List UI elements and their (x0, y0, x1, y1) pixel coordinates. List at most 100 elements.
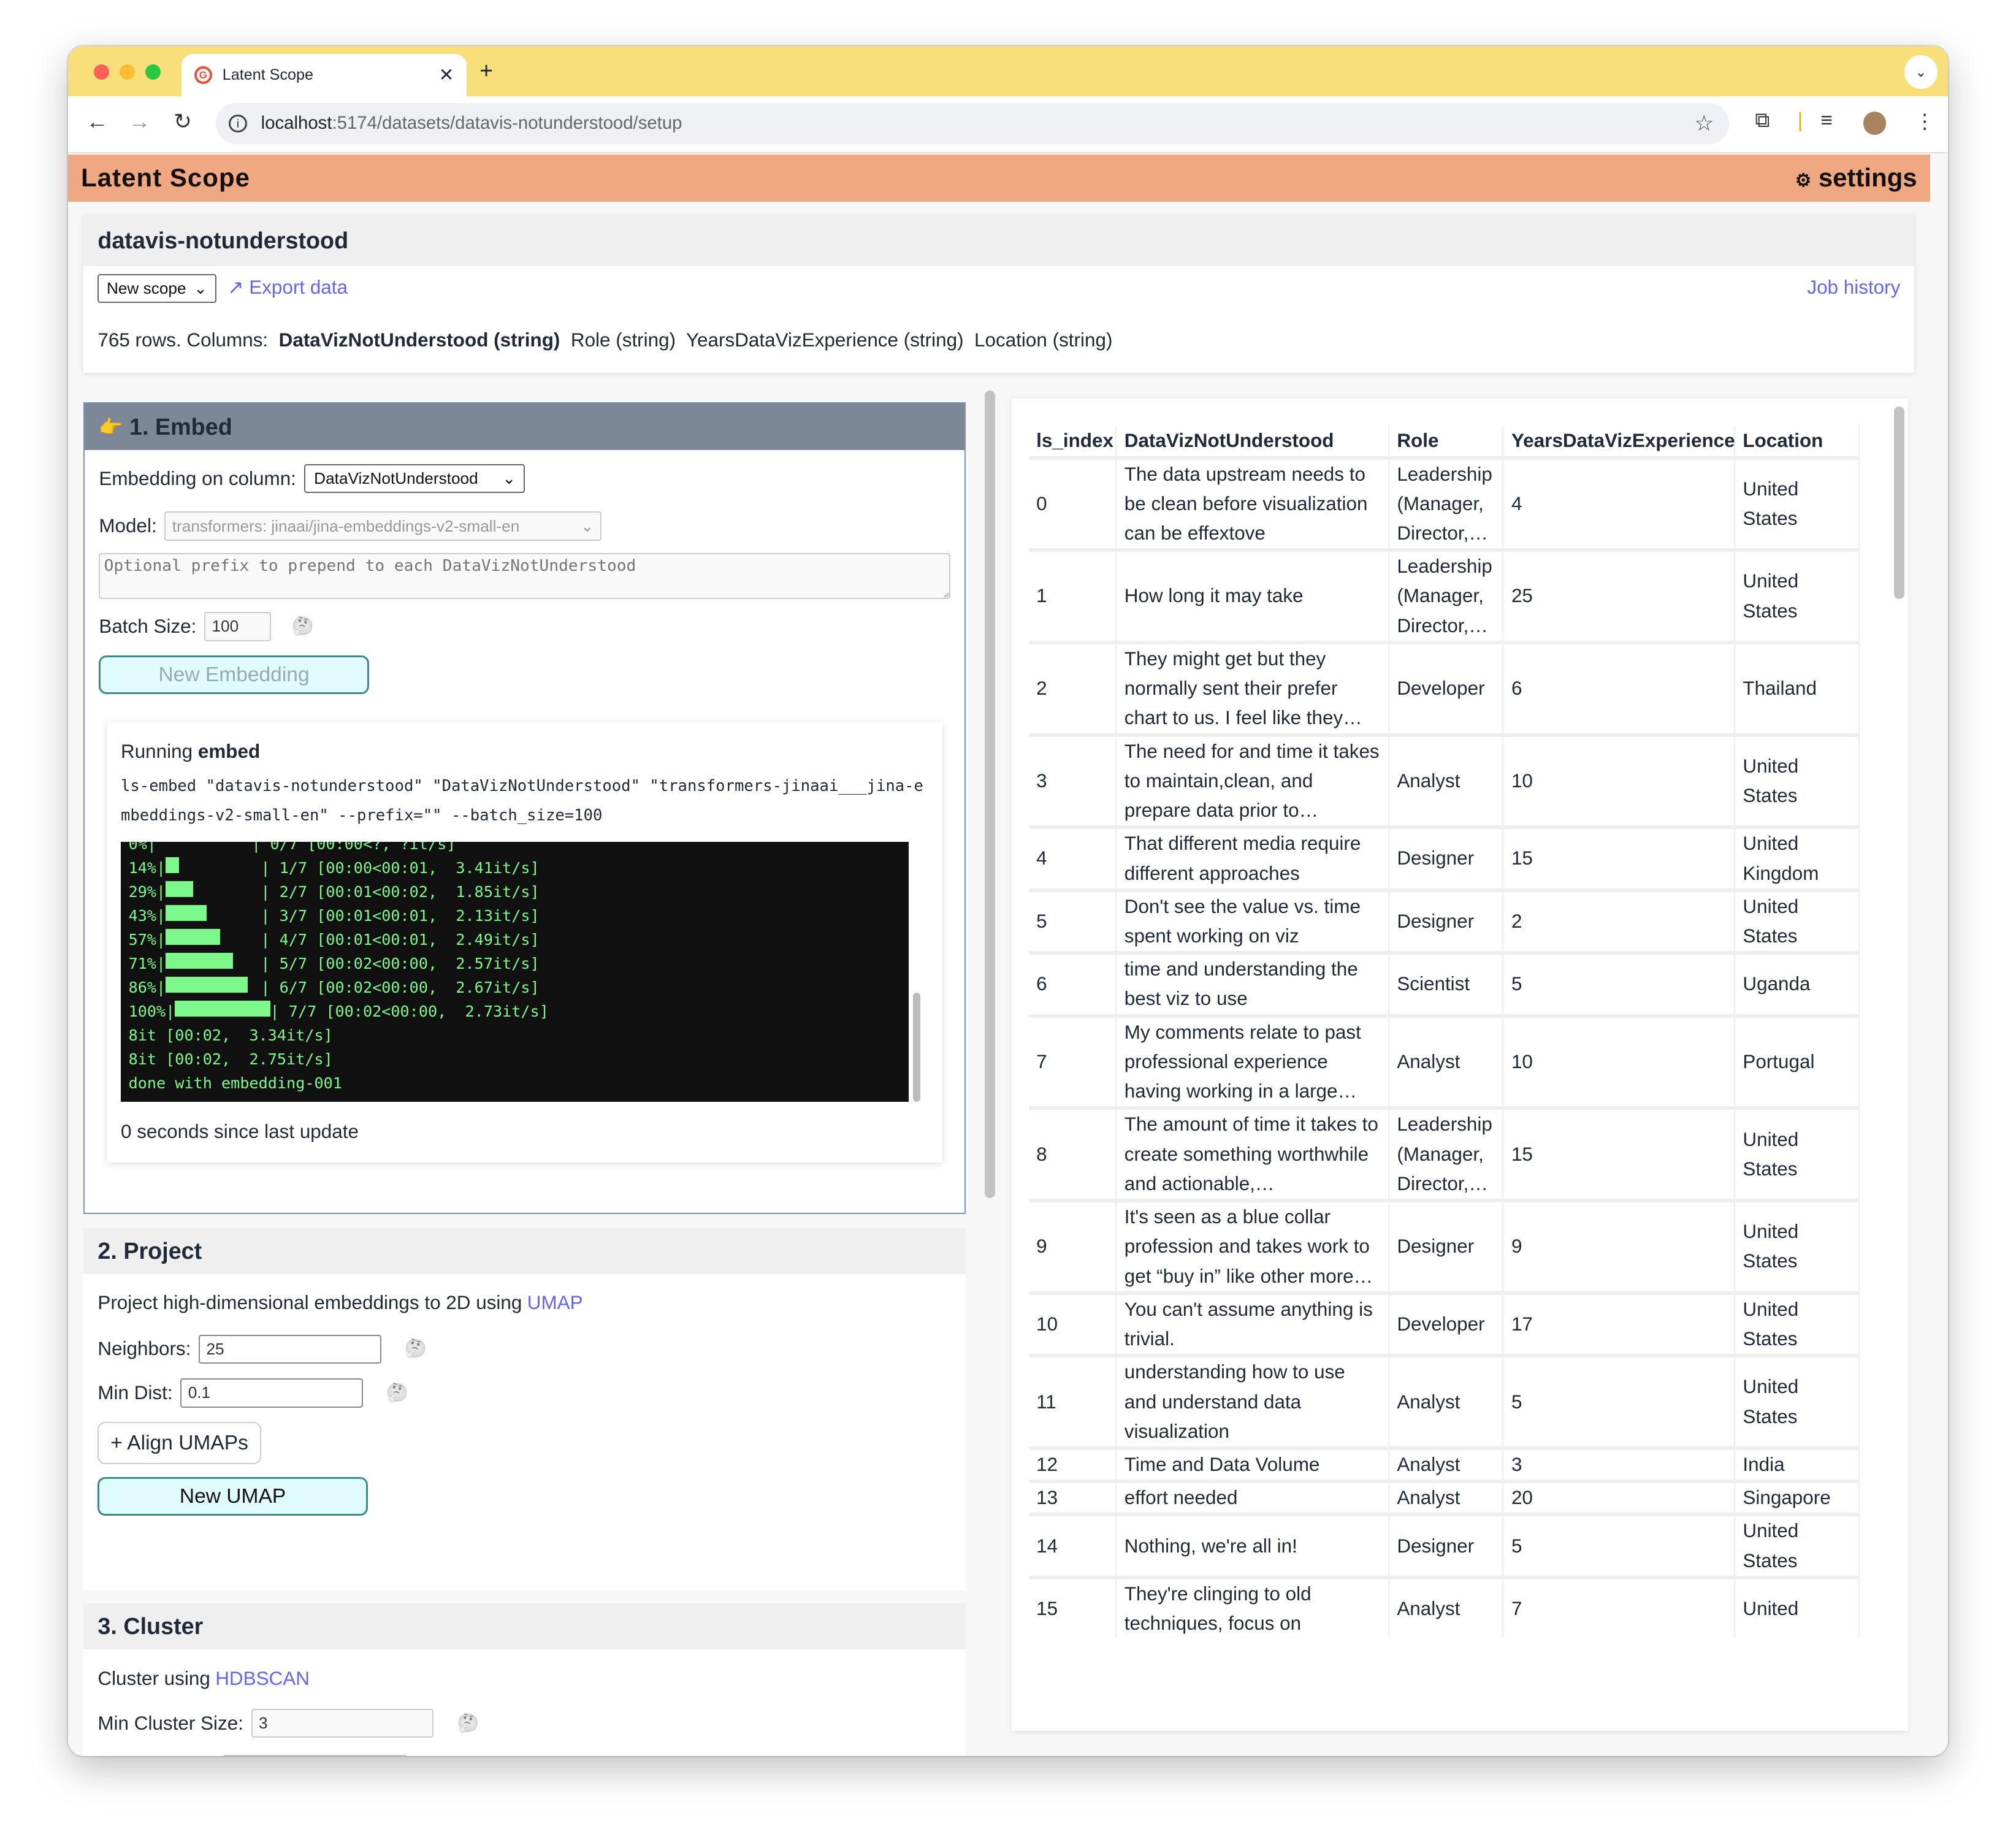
table-row[interactable]: 10 You can't assume anything is trivial. D… (1028, 1291, 1860, 1356)
app-header: Latent Scope ⚙ settings (68, 154, 1930, 202)
hdbscan-link[interactable]: HDBSCAN (215, 1668, 310, 1690)
column-header[interactable]: YearsDataVizExperience (1503, 426, 1735, 458)
back-icon[interactable]: ← (86, 109, 108, 134)
table-row[interactable]: 12 Time and Data Volume Analyst 3 India (1028, 1446, 1860, 1482)
maximize-window-button[interactable] (145, 64, 161, 80)
table-row[interactable]: 7 My comments relate to past professional… (1028, 1014, 1860, 1109)
cell-text: United States (1743, 1221, 1799, 1272)
extensions-icon[interactable]: ⧉ (1755, 109, 1770, 132)
log-pipe: | (166, 1002, 175, 1020)
batch-size-input[interactable]: 100 (204, 612, 271, 641)
embed-column-select[interactable]: DataVizNotUnderstood ⌄ (304, 464, 525, 494)
table-row[interactable]: 2 They might get but they normally sent t… (1028, 640, 1860, 735)
table-row[interactable]: 4 That different media require different … (1028, 825, 1860, 890)
table-row[interactable]: 3 The need for and time it takes to maint… (1028, 733, 1860, 828)
close-window-button[interactable] (94, 64, 110, 80)
close-tab-icon[interactable]: ✕ (439, 64, 454, 86)
table-cell: 17 (1503, 1291, 1735, 1356)
min-cluster-size-input[interactable]: 3 (251, 1708, 434, 1738)
table-cell: United States (1734, 888, 1860, 953)
new-tab-icon[interactable]: + (479, 58, 493, 84)
url-bar[interactable]: i localhost:5174/datasets/datavis-notund… (216, 102, 1730, 144)
settings-link[interactable]: ⚙ settings (1795, 163, 1917, 193)
table-row[interactable]: 0 The data upstream needs to be clean bef… (1028, 456, 1860, 551)
forward-icon[interactable]: → (129, 109, 151, 134)
dataset-title: datavis-notunderstood (83, 215, 1915, 267)
align-umaps-button[interactable]: + Align UMAPs (97, 1422, 261, 1465)
table-cell: Designer (1388, 825, 1504, 890)
table-cell: 4 (1028, 825, 1117, 890)
terminal-scrollbar[interactable] (912, 992, 921, 1102)
cell-text: United States (1743, 1520, 1799, 1571)
cell-text: United States (1743, 1298, 1799, 1350)
job-history-link[interactable]: Job history (1807, 277, 1900, 299)
log-text: | 2/7 [00:01<00:02, 1.85it/s] (261, 882, 540, 901)
table-scrollbar[interactable] (1893, 406, 1904, 600)
cell-text: 20 (1511, 1487, 1533, 1509)
new-embedding-button[interactable]: New Embedding (99, 655, 369, 695)
log-line: 71% | | 5/7 [00:02<00:00, 2.57it/s] (129, 952, 901, 976)
table-cell: That different media require different a… (1116, 825, 1389, 890)
log-line: 57% | | 4/7 [00:01<00:01, 2.49it/s] (129, 928, 901, 952)
job-status: Running embed (121, 741, 260, 763)
minimize-window-button[interactable] (120, 64, 136, 80)
tab-search-chevron-icon[interactable]: ⌄ (1904, 55, 1938, 89)
table-row[interactable]: 6 time and understanding the best viz to … (1028, 951, 1860, 1016)
dataset-card: datavis-notunderstood New scope ⌄ ↗ Expor… (83, 215, 1915, 373)
table-row[interactable]: 15 They're clinging to old techniques, fo… (1028, 1575, 1860, 1639)
cell-text: 5 (1511, 973, 1522, 995)
table-cell: 3 (1503, 1446, 1735, 1482)
cluster-desc-text: Cluster using (97, 1667, 210, 1689)
cell-text: 25 (1511, 585, 1533, 607)
new-umap-button[interactable]: New UMAP (97, 1477, 368, 1516)
table-row[interactable]: 11 understanding how to use and understan… (1028, 1354, 1860, 1448)
umap-link[interactable]: UMAP (527, 1292, 583, 1314)
cell-text: Designer (1397, 847, 1475, 869)
table-row[interactable]: 13 effort needed Analyst 20 Singapore (1028, 1480, 1860, 1515)
table-row[interactable]: 8 The amount of time it takes to create s… (1028, 1106, 1860, 1201)
cell-text: 11 (1036, 1391, 1056, 1413)
bookmark-star-icon[interactable]: ☆ (1694, 111, 1714, 136)
separator: | (1797, 109, 1803, 132)
export-data-link[interactable]: ↗ Export data (227, 277, 348, 299)
table-row[interactable]: 14 Nothing, we're all in! Designer 5 United … (1028, 1513, 1860, 1578)
column-header[interactable]: Location (1734, 426, 1860, 458)
prefix-textarea[interactable] (99, 552, 950, 600)
neighbors-input[interactable]: 25 (198, 1334, 381, 1364)
site-info-icon[interactable]: i (229, 114, 247, 132)
job-progress-card: Running embed ls-embed "datavis-notunder… (106, 722, 942, 1163)
cell-text: Developer (1397, 1313, 1485, 1335)
table-row[interactable]: 1 How long it may take Leadership (Manager… (1028, 548, 1860, 643)
help-thinking-icon[interactable]: 🤔 (457, 1713, 479, 1734)
log-text: | 0/7 [00:00<?, ?it/s] (251, 842, 456, 853)
column-header[interactable]: DataVizNotUnderstood (1116, 426, 1389, 458)
table-row[interactable]: 5 Don't see the value vs. time spent work… (1028, 888, 1860, 953)
scope-select[interactable]: New scope ⌄ (97, 273, 216, 304)
left-column-scrollbar[interactable] (985, 391, 996, 1199)
browser-menu-icon[interactable]: ⋮ (1914, 109, 1935, 134)
model-select[interactable]: transformers: jinaai/jina-embeddings-v2-… (164, 511, 602, 541)
embed-title: 1. Embed (129, 413, 232, 440)
table-cell: 9 (1028, 1199, 1117, 1293)
min-cluster-size-row: Min Cluster Size: 3 🤔 (97, 1708, 479, 1738)
browser-tab[interactable]: G Latent Scope ✕ (181, 54, 467, 97)
help-thinking-icon[interactable]: 🤔 (292, 616, 315, 637)
media-control-icon[interactable]: ≡ (1820, 109, 1833, 132)
table-row[interactable]: 9 It's seen as a blue collar profession a… (1028, 1199, 1860, 1293)
cell-text: Analyst (1397, 1050, 1460, 1072)
page-content: datavis-notunderstood New scope ⌄ ↗ Expor… (68, 202, 1930, 1757)
help-thinking-icon[interactable]: 🤔 (386, 1383, 409, 1403)
cell-text: 10 (1511, 1050, 1533, 1072)
cluster-input-partial[interactable] (223, 1755, 407, 1757)
reload-icon[interactable]: ↻ (174, 109, 192, 134)
column-header[interactable]: ls_index (1028, 426, 1117, 458)
log-text: | 5/7 [00:02<00:00, 2.57it/s] (261, 954, 540, 972)
app-logo[interactable]: Latent Scope (81, 163, 250, 193)
embed-column-row: Embedding on column: DataVizNotUnderstood… (99, 464, 525, 494)
profile-avatar[interactable] (1863, 112, 1887, 136)
cell-text: 15 (1511, 1143, 1533, 1165)
table-cell: Portugal (1734, 1014, 1860, 1109)
column-header[interactable]: Role (1388, 426, 1504, 458)
help-thinking-icon[interactable]: 🤔 (404, 1338, 427, 1359)
min-dist-input[interactable]: 0.1 (180, 1378, 363, 1408)
